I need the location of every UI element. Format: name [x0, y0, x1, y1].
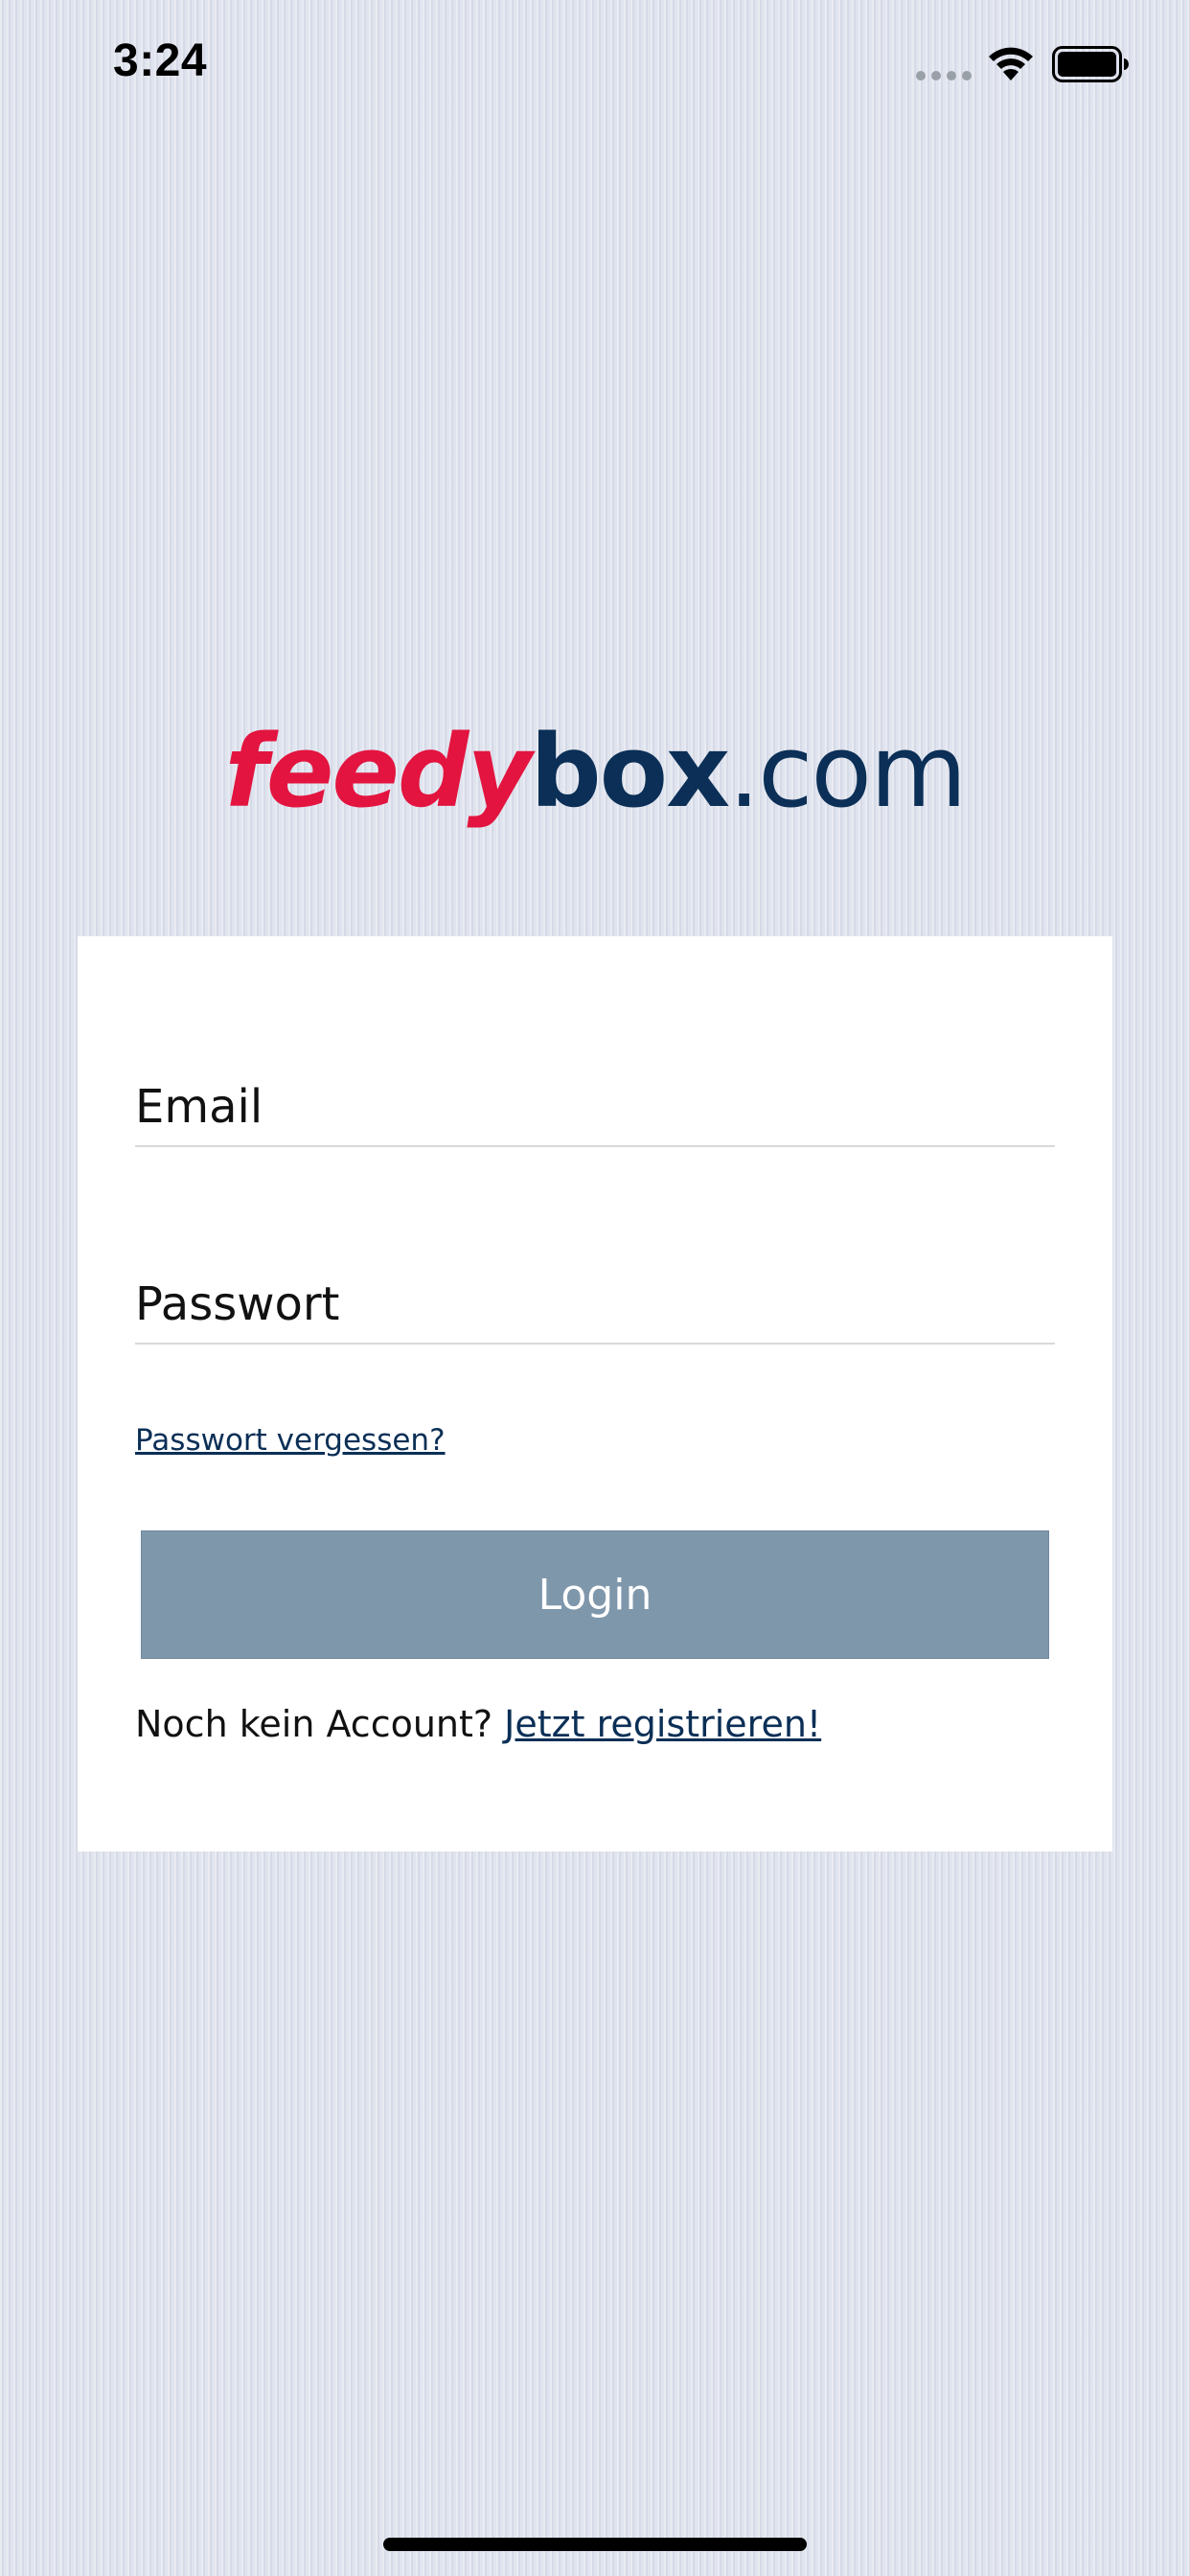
login-card: Passwort vergessen? Login Noch kein Acco… [78, 936, 1112, 1852]
logo-text-com: .com [728, 713, 967, 830]
forgot-password-link[interactable]: Passwort vergessen? [135, 1423, 446, 1458]
feedybox-logo: feedybox.com [0, 709, 1190, 834]
cellular-signal-icon [916, 71, 972, 80]
login-button-label: Login [538, 1570, 652, 1620]
no-account-text: Noch kein Account? [135, 1703, 505, 1745]
register-link[interactable]: Jetzt registrieren! [504, 1703, 821, 1745]
logo-text-feedy: feedy [224, 713, 533, 830]
logo-text-box: box [530, 713, 730, 830]
email-field-wrapper [135, 1069, 1055, 1147]
email-input[interactable] [135, 1069, 1055, 1145]
status-time: 3:24 [113, 35, 208, 86]
password-input[interactable] [135, 1266, 1055, 1343]
wifi-icon [989, 47, 1033, 80]
battery-icon [1052, 46, 1129, 82]
password-field-wrapper [135, 1266, 1055, 1345]
home-indicator[interactable] [383, 2538, 807, 2551]
login-button[interactable]: Login [141, 1530, 1049, 1659]
register-row: Noch kein Account? Jetzt registrieren! [135, 1703, 821, 1745]
status-bar: 3:24 [0, 0, 1190, 128]
